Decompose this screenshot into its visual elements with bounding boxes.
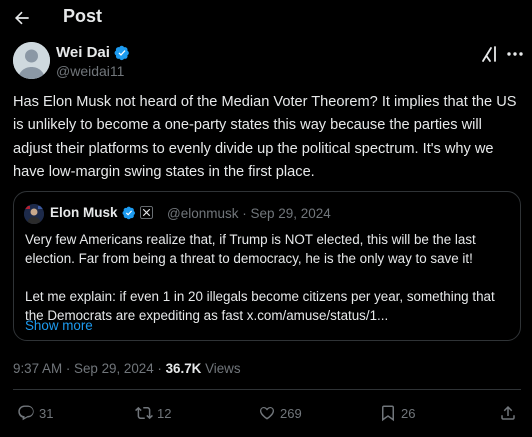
grok-button[interactable] bbox=[479, 44, 501, 64]
quote-author-name[interactable]: Elon Musk bbox=[50, 205, 118, 220]
show-more-link[interactable]: Show more bbox=[25, 318, 93, 333]
quote-author-row[interactable]: Elon Musk bbox=[50, 205, 153, 220]
reply-button[interactable]: 31 bbox=[17, 404, 53, 422]
author-name-row[interactable]: Wei Dai bbox=[56, 44, 130, 61]
quote-text: Very few Americans realize that, if Trum… bbox=[25, 230, 513, 325]
top-bar: Post bbox=[0, 0, 532, 34]
more-icon bbox=[507, 52, 523, 56]
like-count: 269 bbox=[280, 405, 302, 421]
bookmark-count: 26 bbox=[401, 405, 416, 421]
author-name[interactable]: Wei Dai bbox=[56, 44, 110, 61]
reply-icon bbox=[18, 405, 34, 421]
divider bbox=[13, 389, 521, 390]
repost-count: 12 bbox=[157, 405, 172, 421]
reply-count: 31 bbox=[39, 405, 54, 421]
grok-icon bbox=[482, 46, 496, 62]
verified-badge-icon bbox=[122, 206, 135, 219]
quoted-post[interactable]: Elon Musk @elonmusk · Sep 29, 2024 Very … bbox=[13, 191, 521, 341]
quote-handle-date: @elonmusk · Sep 29, 2024 bbox=[167, 206, 331, 221]
post-author: Wei Dai @weidai11 bbox=[13, 42, 523, 84]
arrow-left-icon bbox=[14, 11, 29, 25]
author-handle[interactable]: @weidai11 bbox=[56, 63, 124, 79]
post-text: Has Elon Musk not heard of the Median Vo… bbox=[13, 94, 517, 180]
action-bar: 31 12 269 26 bbox=[0, 396, 532, 432]
share-button[interactable] bbox=[499, 404, 517, 422]
back-button[interactable] bbox=[10, 6, 34, 30]
post-timestamp[interactable]: 9:37 AM · Sep 29, 2024 · bbox=[13, 361, 166, 376]
post-meta: 9:37 AM · Sep 29, 2024 · 36.7K Views bbox=[13, 361, 241, 376]
quote-avatar-image bbox=[24, 204, 44, 224]
quote-avatar[interactable] bbox=[24, 204, 44, 224]
x-affiliate-badge-icon bbox=[139, 206, 153, 219]
bookmark-button[interactable]: 26 bbox=[379, 404, 415, 422]
verified-badge-icon bbox=[114, 45, 129, 60]
heart-icon bbox=[259, 406, 275, 420]
avatar[interactable] bbox=[13, 42, 50, 79]
page-title: Post bbox=[63, 6, 103, 26]
bookmark-icon bbox=[382, 405, 394, 422]
like-button[interactable]: 269 bbox=[258, 404, 302, 422]
quote-paragraph-1: Very few Americans realize that, if Trum… bbox=[25, 232, 476, 266]
repost-button[interactable]: 12 bbox=[135, 404, 171, 422]
quote-paragraph-2: Let me explain: if even 1 in 20 illegals… bbox=[25, 289, 495, 323]
views-label: Views bbox=[201, 361, 241, 376]
views-count: 36.7K bbox=[165, 361, 202, 376]
share-icon bbox=[501, 405, 515, 420]
repost-icon bbox=[135, 406, 153, 420]
avatar-image bbox=[13, 42, 50, 79]
more-button[interactable] bbox=[504, 44, 526, 64]
